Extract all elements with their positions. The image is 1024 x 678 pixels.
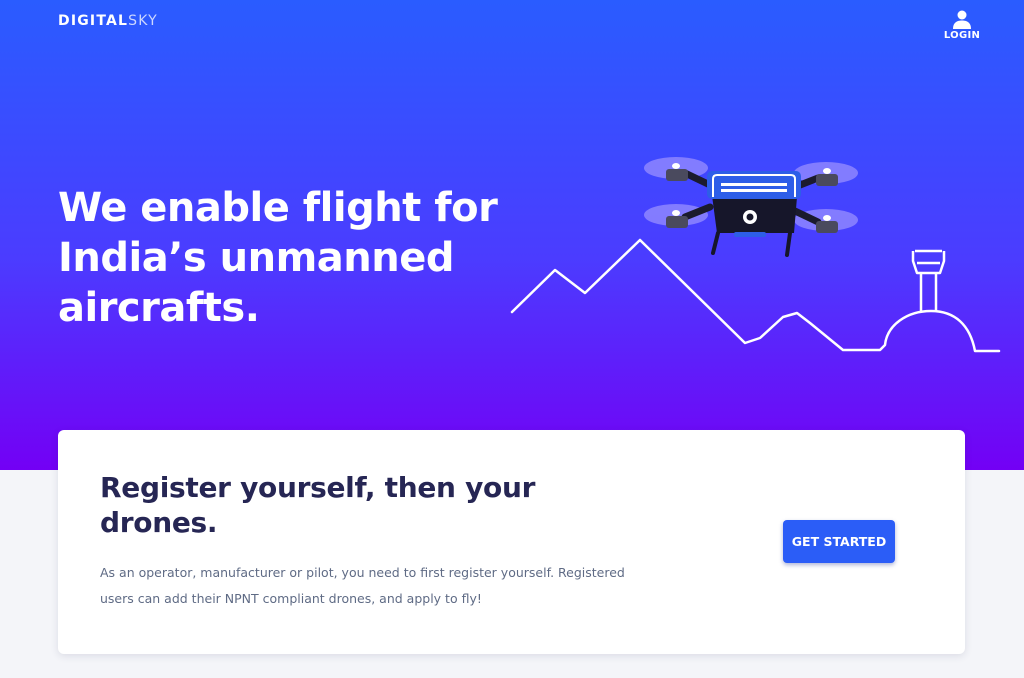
digitalsky-logo[interactable]: DIGITALSKY: [58, 13, 158, 29]
user-icon: [953, 10, 971, 29]
mountain-line-icon: [510, 238, 1001, 353]
hero-headline: We enable flight for India’s unmanned ai…: [58, 183, 518, 333]
logo-text-secondary: SKY: [128, 13, 158, 29]
login-label: LOGIN: [943, 30, 981, 41]
register-card: Register yourself, then your drones. As …: [58, 430, 965, 654]
headline-line-3: aircrafts.: [58, 285, 260, 331]
register-card-title: Register yourself, then your drones.: [100, 470, 540, 540]
hero-section: DIGITALSKY LOGIN We enable flight for In…: [0, 0, 1024, 470]
drone-icon: [644, 157, 858, 257]
get-started-button[interactable]: GET STARTED: [783, 520, 895, 563]
headline-line-1: We enable flight for: [58, 185, 498, 231]
login-button[interactable]: LOGIN: [938, 8, 986, 41]
card-title-line-2: drones.: [100, 506, 218, 539]
card-body-line-1: As an operator, manufacturer or pilot, y…: [100, 565, 625, 580]
logo-text-primary: DIGITAL: [58, 13, 129, 29]
control-tower-icon: [911, 249, 946, 311]
drone-illustration: [510, 157, 1001, 353]
register-card-description: As an operator, manufacturer or pilot, y…: [100, 560, 640, 612]
headline-line-2: India’s unmanned: [58, 235, 454, 281]
card-title-line-1: Register yourself, then your: [100, 471, 536, 504]
card-body-line-2: users can add their NPNT compliant drone…: [100, 591, 482, 606]
